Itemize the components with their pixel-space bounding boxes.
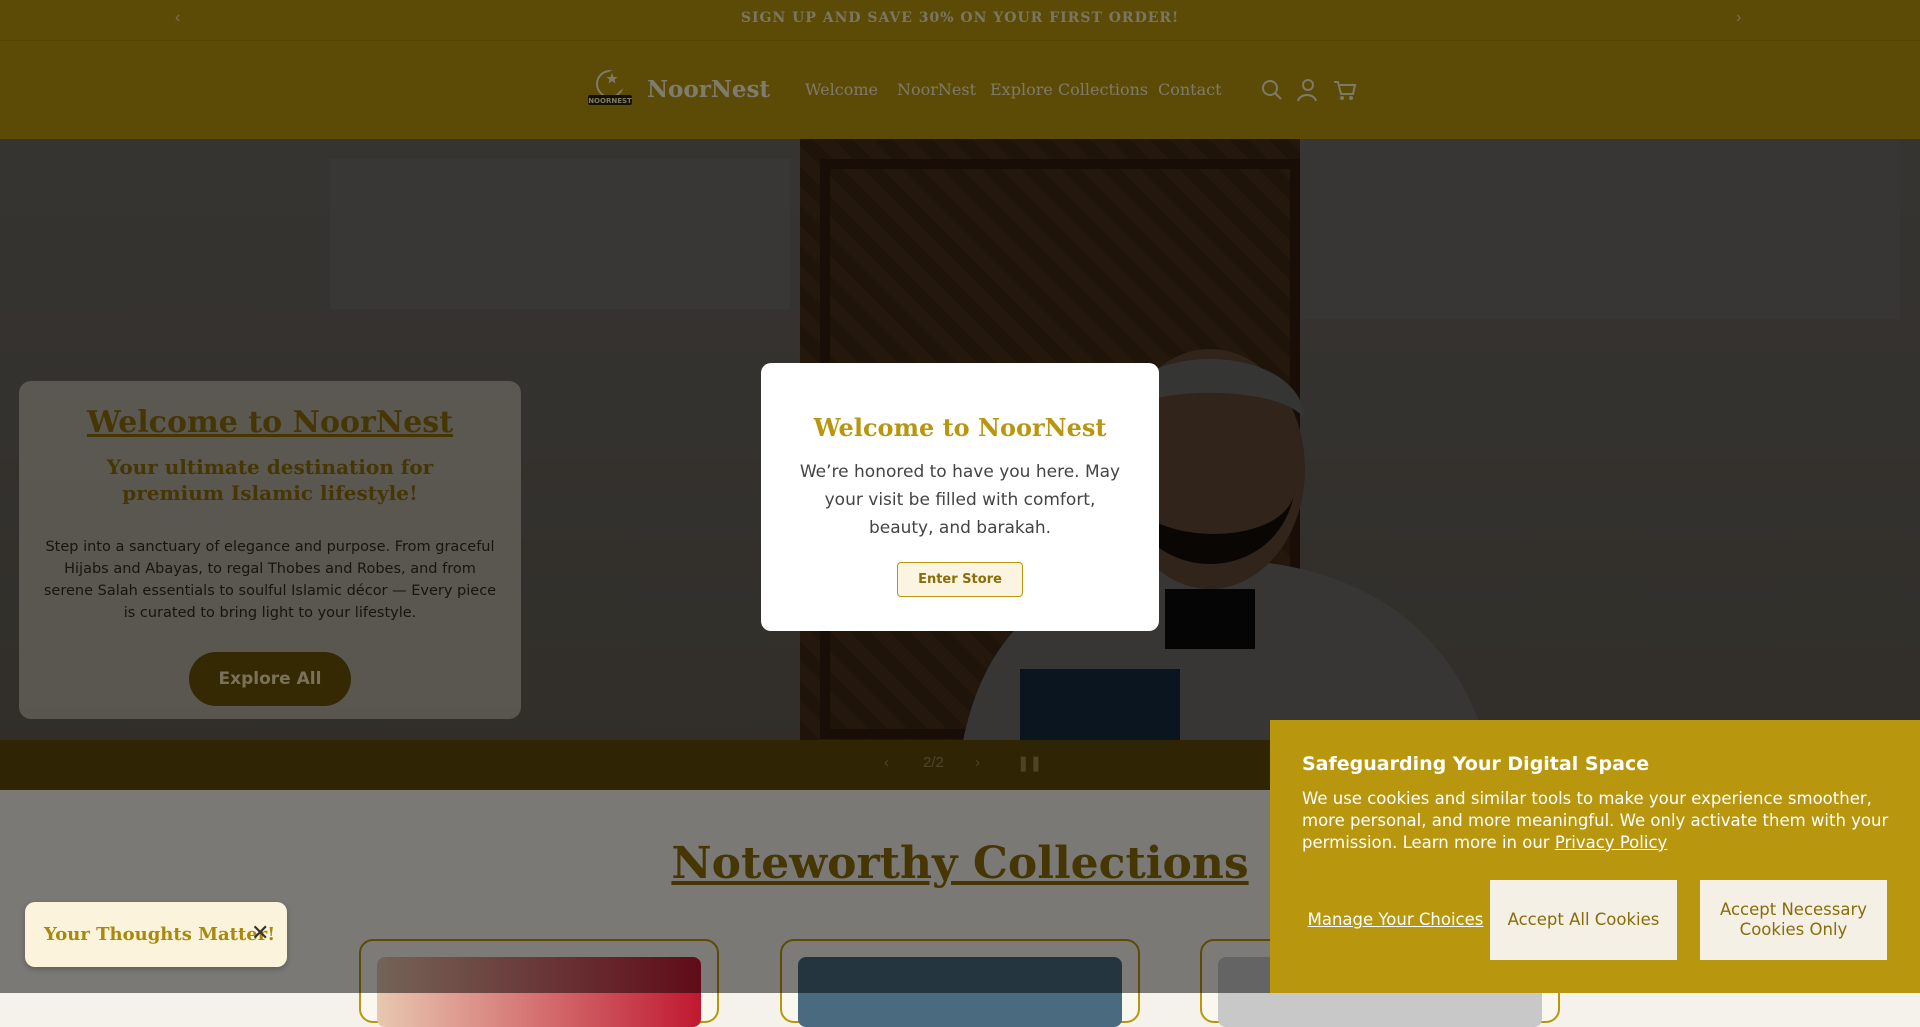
close-icon[interactable]: ✕ [251, 920, 269, 946]
modal-message: We’re honored to have you here. May your… [799, 462, 1121, 538]
feedback-label[interactable]: Your Thoughts Matter! [44, 924, 275, 945]
feedback-widget[interactable]: Your Thoughts Matter! ✕ [25, 902, 287, 967]
manage-choices-button[interactable]: Manage Your Choices [1302, 880, 1489, 960]
privacy-policy-link[interactable]: Privacy Policy [1555, 833, 1667, 852]
modal-title: Welcome to NoorNest [813, 413, 1107, 442]
cookie-banner: Safeguarding Your Digital Space We use c… [1270, 720, 1920, 993]
accept-necessary-cookies-button[interactable]: Accept Necessary Cookies Only [1700, 880, 1887, 960]
welcome-modal: Welcome to NoorNest We’re honored to hav… [761, 363, 1159, 631]
cookie-message: We use cookies and similar tools to make… [1302, 788, 1892, 854]
enter-store-button[interactable]: Enter Store [897, 562, 1023, 597]
cookie-title: Safeguarding Your Digital Space [1302, 753, 1650, 775]
accept-all-cookies-button[interactable]: Accept All Cookies [1490, 880, 1677, 960]
